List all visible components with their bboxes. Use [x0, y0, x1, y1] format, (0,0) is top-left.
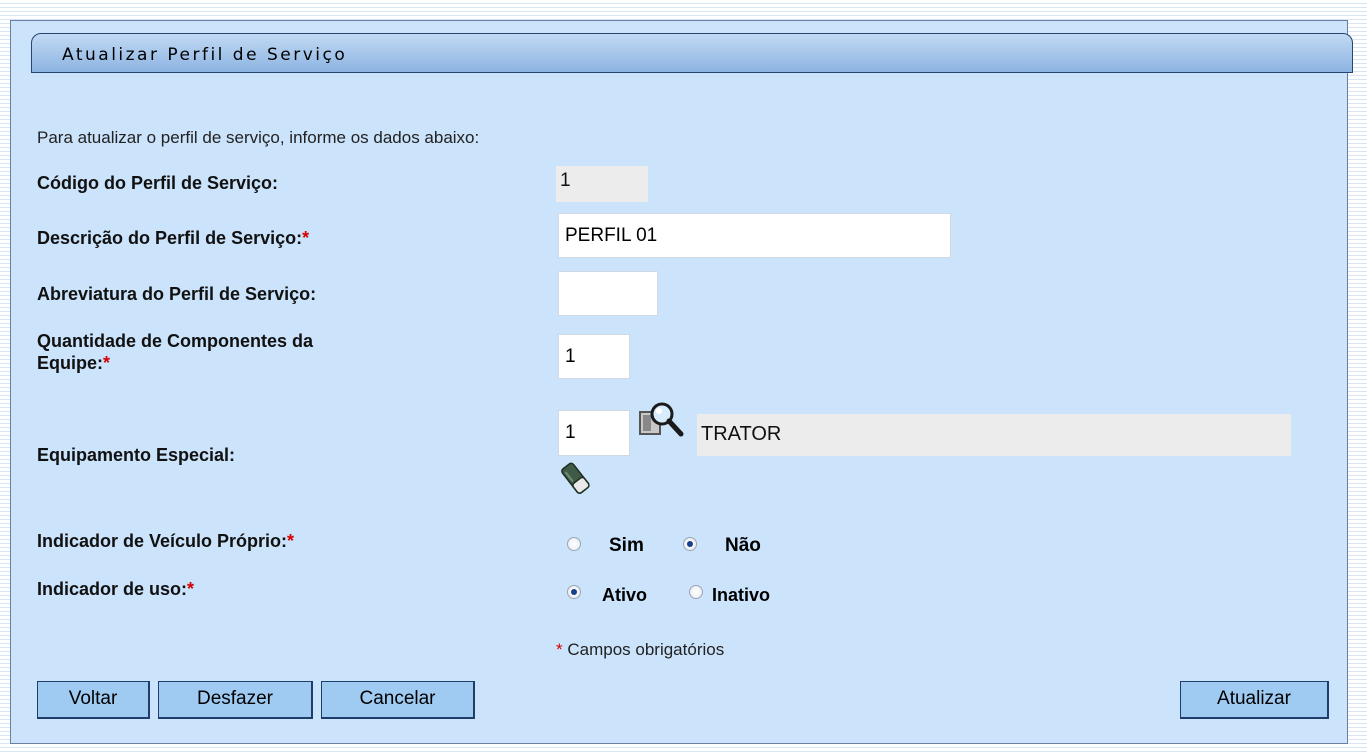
magnifier-search-icon[interactable] [637, 400, 691, 440]
uso-label-text: Indicador de uso: [37, 579, 188, 599]
uso-inativo-label: Inativo [712, 585, 771, 605]
descricao-required-mark: * [302, 228, 310, 248]
quantidade-label-line1: Quantidade de Componentes da [37, 331, 314, 351]
uso-ativo-label: Ativo [602, 585, 647, 605]
veiculo-nao-label: Não [725, 535, 761, 556]
abreviatura-label: Abreviatura do Perfil de Serviço: [37, 284, 317, 304]
equipamento-code-input[interactable] [558, 410, 630, 456]
atualizar-button[interactable]: Atualizar [1180, 681, 1329, 719]
eraser-icon[interactable] [560, 461, 592, 497]
quantidade-required-mark: * [103, 353, 111, 373]
uso-ativo-radio[interactable] [567, 585, 581, 599]
veiculo-proprio-required-mark: * [287, 531, 295, 551]
abreviatura-input[interactable] [558, 271, 658, 316]
uso-label: Indicador de uso:* [37, 578, 194, 600]
cancelar-button[interactable]: Cancelar [321, 681, 475, 719]
voltar-button[interactable]: Voltar [37, 681, 150, 719]
titlebar: Atualizar Perfil de Serviço [31, 33, 1353, 73]
equipamento-description: TRATOR [697, 414, 1291, 456]
equipamento-label: Equipamento Especial: [37, 445, 236, 465]
quantidade-input[interactable] [558, 334, 630, 379]
footnote-text: Campos obrigatórios [567, 640, 725, 659]
veiculo-proprio-label: Indicador de Veículo Próprio:* [37, 530, 294, 552]
uso-required-mark: * [187, 579, 195, 599]
codigo-value: 1 [556, 166, 648, 202]
uso-inativo-radio[interactable] [689, 585, 703, 599]
codigo-label: Código do Perfil de Serviço: [37, 173, 279, 193]
descricao-input[interactable] [558, 213, 951, 258]
page-title: Atualizar Perfil de Serviço [62, 45, 348, 65]
required-fields-note: * Campos obrigatórios [556, 640, 724, 660]
quantidade-label-line2: Equipe: [37, 353, 103, 373]
veiculo-sim-label: Sim [609, 535, 644, 556]
veiculo-nao-radio[interactable] [683, 537, 697, 551]
intro-text: Para atualizar o perfil de serviço, info… [37, 128, 480, 147]
descricao-label: Descrição do Perfil de Serviço:* [37, 227, 309, 249]
desfazer-button[interactable]: Desfazer [158, 681, 313, 719]
quantidade-label: Quantidade de Componentes da Equipe:* [37, 330, 313, 374]
veiculo-sim-radio[interactable] [567, 537, 581, 551]
footnote-mark: * [556, 640, 563, 659]
veiculo-proprio-label-text: Indicador de Veículo Próprio: [37, 531, 288, 551]
descricao-label-text: Descrição do Perfil de Serviço: [37, 228, 303, 248]
